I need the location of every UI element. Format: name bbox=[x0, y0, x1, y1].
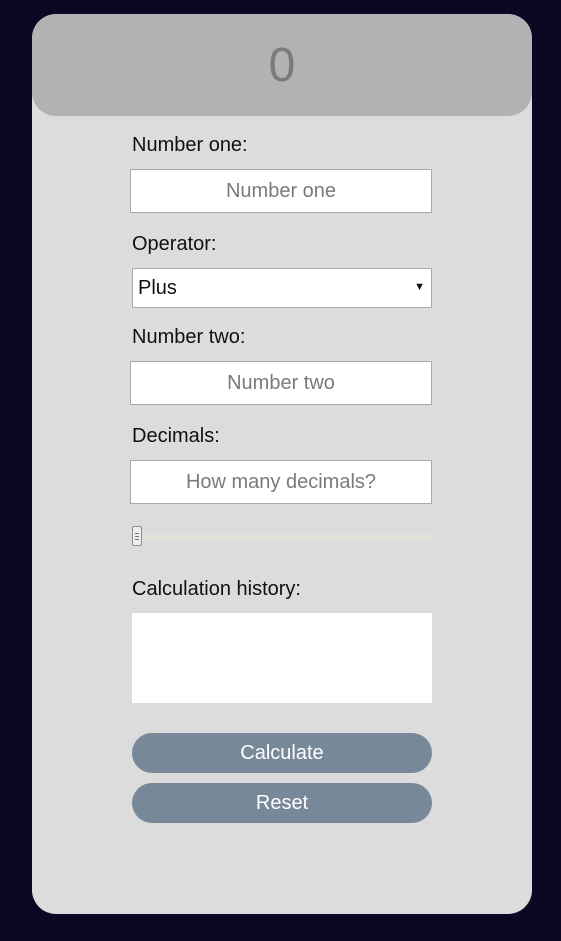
number-two-input[interactable] bbox=[130, 361, 432, 405]
reset-button[interactable]: Reset bbox=[132, 783, 432, 823]
decimals-slider-thumb[interactable] bbox=[132, 526, 142, 546]
calculation-history-box bbox=[132, 613, 432, 703]
result-display: 0 bbox=[32, 14, 532, 116]
decimals-input[interactable] bbox=[130, 460, 432, 504]
number-two-label: Number two: bbox=[132, 326, 246, 348]
decimals-label: Decimals: bbox=[132, 425, 220, 447]
history-label: Calculation history: bbox=[132, 578, 301, 600]
operator-label: Operator: bbox=[132, 233, 217, 255]
operator-select[interactable]: Plus ▼ bbox=[132, 268, 432, 308]
calculate-button[interactable]: Calculate bbox=[132, 733, 432, 773]
dropdown-arrow-icon: ▼ bbox=[414, 281, 425, 293]
decimals-slider-track[interactable] bbox=[132, 535, 432, 539]
calculator-card: 0 Number one: Operator: Plus ▼ Number tw… bbox=[32, 14, 532, 914]
result-value: 0 bbox=[268, 38, 296, 92]
number-one-label: Number one: bbox=[132, 134, 248, 156]
number-one-input[interactable] bbox=[130, 169, 432, 213]
operator-selected-value: Plus bbox=[138, 277, 177, 299]
